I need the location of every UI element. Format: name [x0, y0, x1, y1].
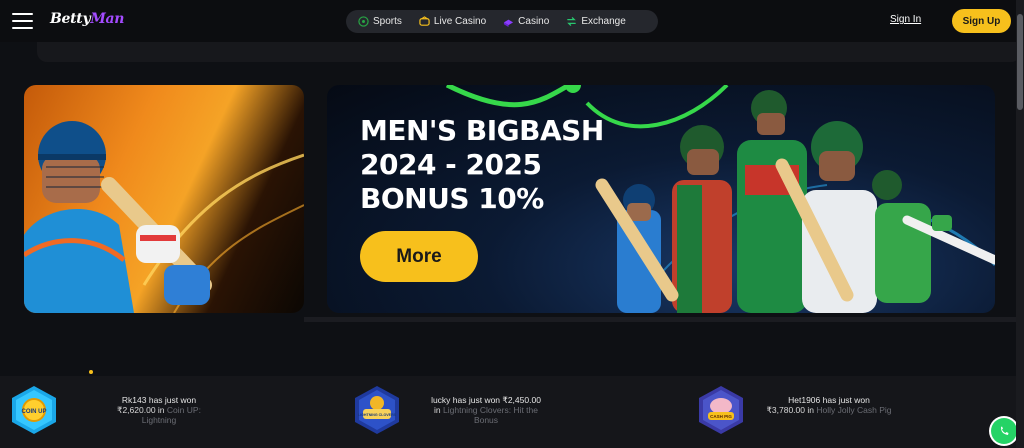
more-button[interactable]: More — [360, 231, 478, 282]
win-in-text: in — [434, 405, 441, 415]
banner-title-line-1: MEN'S BIGBASH — [360, 114, 604, 147]
recent-wins-ticker: COIN UP Rk143 has just won ₹2,620.00 in … — [0, 376, 1016, 448]
nav-item-label: Sports — [373, 16, 402, 27]
whatsapp-chat-button[interactable] — [989, 416, 1019, 446]
game-thumbnail[interactable]: COIN UP — [8, 384, 60, 436]
game-thumbnail-label: CASH PIG — [710, 414, 732, 419]
game-thumbnail-label: COIN UP — [21, 409, 46, 415]
win-game-name[interactable]: Holly Jolly Cash Pig — [816, 405, 891, 415]
hamburger-menu-icon[interactable] — [12, 13, 33, 29]
win-text: lucky has just won ₹2,450.00 in Lightnin… — [422, 395, 550, 425]
win-user-line: Rk143 has just won — [121, 395, 197, 405]
sign-up-button[interactable]: Sign Up — [952, 9, 1011, 33]
win-text: Het1906 has just won ₹3,780.00 in Holly … — [765, 395, 893, 415]
site-logo[interactable]: BettyMan — [50, 11, 124, 27]
banner-title-line-3: BONUS 10% — [360, 182, 544, 215]
win-user-line: Het1906 has just won — [788, 395, 870, 405]
nav-item-exchange[interactable]: Exchange — [566, 16, 626, 27]
cricket-player-illustration — [24, 121, 304, 313]
page-scrollbar[interactable] — [1016, 0, 1024, 448]
scrollbar-thumb[interactable] — [1017, 14, 1023, 110]
soccer-ball-icon — [358, 16, 369, 27]
banner-title-line-2: 2024 - 2025 — [360, 148, 542, 181]
win-game-name[interactable]: Lightning Clovers: Hit the Bonus — [443, 405, 538, 425]
logo-text-accent: Man — [90, 11, 125, 27]
promo-banner-bigbash[interactable]: MEN'S BIGBASH 2024 - 2025 BONUS 10% More — [327, 85, 995, 313]
game-thumbnail[interactable]: LIGHTNING CLOVERS — [351, 384, 403, 436]
coin-up-game-icon: COIN UP — [12, 386, 56, 434]
win-amount: ₹2,450.00 — [502, 395, 541, 405]
win-user-line: lucky has just won — [431, 395, 501, 405]
whatsapp-icon — [991, 418, 1017, 444]
nav-item-label: Exchange — [581, 16, 626, 27]
dice-icon — [504, 19, 514, 27]
banner-title: MEN'S BIGBASH 2024 - 2025 BONUS 10% — [360, 114, 604, 216]
game-thumbnail[interactable]: CASH PIG — [695, 384, 747, 436]
nav-item-label: Live Casino — [433, 16, 487, 27]
nav-item-live-casino[interactable]: Live Casino — [419, 16, 486, 27]
recent-win-item[interactable]: COIN UP Rk143 has just won ₹2,620.00 in … — [0, 376, 340, 448]
logo-text-primary: Betty — [50, 11, 91, 27]
sign-in-link[interactable]: Sign In — [890, 14, 921, 25]
promo-banner-previous[interactable] — [24, 85, 304, 313]
recent-win-item[interactable]: LIGHTNING CLOVERS lucky has just won ₹2,… — [340, 376, 680, 448]
nav-item-sports[interactable]: Sports — [358, 16, 402, 27]
nav-item-label: Casino — [518, 16, 550, 27]
nav-item-casino[interactable]: Casino — [503, 16, 549, 27]
main-nav: Sports Live Casino Casino Exchange — [346, 10, 658, 33]
lightning-clovers-game-icon: LIGHTNING CLOVERS — [355, 386, 399, 434]
win-text: Rk143 has just won ₹2,620.00 in Coin UP:… — [99, 395, 219, 425]
chip-icon — [419, 16, 430, 26]
exchange-arrows-icon — [567, 17, 577, 26]
banner-divider — [304, 317, 1016, 322]
game-thumbnail-label: LIGHTNING CLOVERS — [358, 413, 397, 417]
win-in-text: in — [157, 405, 165, 415]
page: BettyMan Sports Live Casino Casino Excha… — [0, 0, 1024, 448]
cash-pig-game-icon: CASH PIG — [699, 386, 743, 434]
win-amount: ₹2,620.00 — [117, 405, 156, 415]
top-header: BettyMan Sports Live Casino Casino Excha… — [0, 0, 1016, 42]
win-amount: ₹3,780.00 — [766, 405, 806, 415]
subheader-strip — [37, 42, 1021, 62]
win-in-text: in — [807, 405, 814, 415]
recent-win-item[interactable]: CASH PIG Het1906 has just won ₹3,780.00 … — [680, 376, 1016, 448]
decorative-dot — [89, 370, 93, 374]
